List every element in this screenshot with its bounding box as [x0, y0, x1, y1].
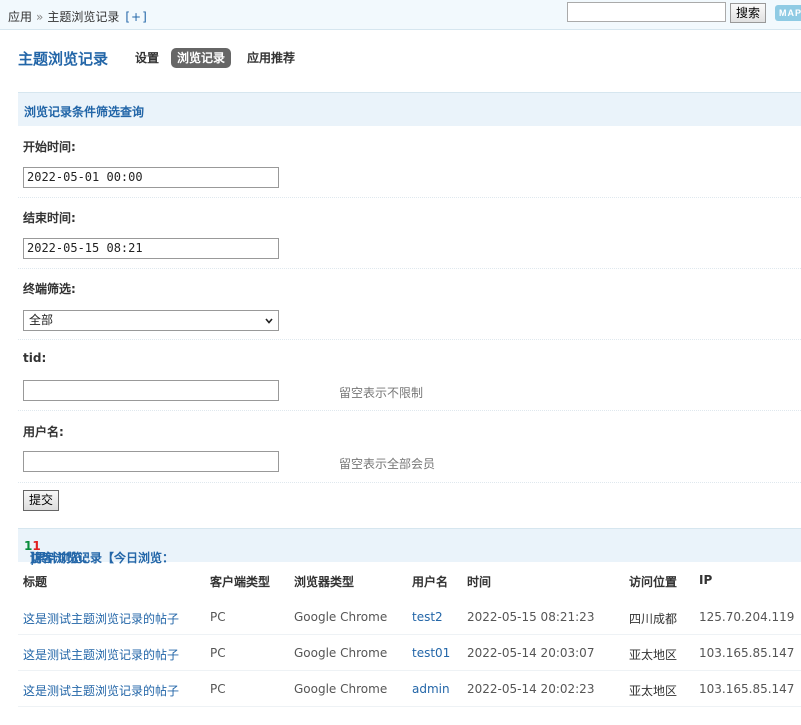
row-user-link[interactable]: test2	[412, 610, 443, 624]
row-time: 2022-05-14 20:03:07	[467, 646, 595, 660]
tab-settings[interactable]: 设置	[129, 48, 165, 68]
row-location: 亚太地区	[629, 684, 678, 698]
row-browser: Google Chrome	[294, 646, 388, 660]
row-client: PC	[210, 610, 226, 624]
terminal-select[interactable]: 全部	[23, 310, 279, 331]
username-label: 用户名:	[23, 425, 64, 439]
filter-heading-text: 浏览记录条件筛选查询	[24, 105, 145, 119]
page-header: 主题浏览记录 设置 浏览记录 应用推荐	[18, 45, 798, 71]
search-input[interactable]	[567, 2, 726, 22]
submit-button[interactable]: 提交	[23, 490, 59, 511]
chevron-down-icon	[265, 318, 273, 324]
records-heading: 访客浏览记录【今日浏览： 1 |累计浏览： 1】	[24, 539, 174, 565]
terminal-select-value: 全部	[29, 313, 54, 327]
breadcrumb-root[interactable]: 应用	[8, 10, 32, 24]
row-title-link[interactable]: 这是测试主题浏览记录的帖子	[23, 682, 179, 699]
row-ip: 103.165.85.147	[699, 646, 795, 660]
col-title-header: 标题	[23, 575, 48, 589]
username-input[interactable]	[23, 451, 279, 472]
breadcrumb-current: 主题浏览记录	[47, 10, 120, 24]
col-browser-header: 浏览器类型	[294, 575, 355, 589]
start-time-label: 开始时间:	[23, 140, 76, 154]
records-section-heading: 访客浏览记录【今日浏览： 1 |累计浏览： 1】	[18, 528, 801, 565]
tid-label: tid:	[23, 351, 47, 365]
tab-browse-records[interactable]: 浏览记录	[171, 48, 232, 68]
col-location-header: 访问位置	[629, 575, 678, 589]
tab-app-recommend[interactable]: 应用推荐	[241, 48, 301, 68]
table-row: 这是测试主题浏览记录的帖子 PC Google Chrome admin 202…	[18, 671, 801, 707]
row-time: 2022-05-14 20:02:23	[467, 682, 595, 696]
table-row: 这是测试主题浏览记录的帖子 PC Google Chrome test01 20…	[18, 635, 801, 671]
tid-input[interactable]	[23, 380, 279, 401]
page-title: 主题浏览记录	[18, 50, 109, 68]
start-time-input[interactable]: 2022-05-01 00:00	[23, 167, 279, 188]
table-row: 这是测试主题浏览记录的帖子 PC Google Chrome test2 202…	[18, 599, 801, 635]
breadcrumb-separator: »	[36, 10, 44, 24]
records-heading-suffix: 】	[30, 551, 43, 565]
search-button[interactable]: 搜索	[730, 3, 766, 23]
username-row	[18, 411, 801, 483]
row-title-link[interactable]: 这是测试主题浏览记录的帖子	[23, 646, 179, 663]
col-client-header: 客户端类型	[210, 575, 271, 589]
filter-section-heading: 浏览记录条件筛选查询	[18, 92, 801, 126]
terminal-label: 终端筛选:	[23, 282, 76, 296]
row-ip: 125.70.204.119	[699, 610, 795, 624]
top-bar: 应用 » 主题浏览记录 [+] 搜索 MAP	[0, 0, 801, 30]
row-location: 亚太地区	[629, 648, 678, 662]
col-user-header: 用户名	[412, 575, 449, 589]
row-ip: 103.165.85.147	[699, 682, 795, 696]
row-browser: Google Chrome	[294, 610, 388, 624]
end-time-label: 结束时间:	[23, 211, 76, 225]
col-time-header: 时间	[467, 575, 492, 589]
row-user-link[interactable]: test01	[412, 646, 450, 660]
tid-hint: 留空表示不限制	[339, 386, 424, 400]
map-button[interactable]: MAP	[775, 5, 801, 21]
add-shortcut-link[interactable]: [+]	[125, 10, 147, 24]
row-client: PC	[210, 682, 226, 696]
row-location: 四川成都	[629, 612, 678, 626]
col-ip-header: IP	[699, 573, 713, 587]
row-browser: Google Chrome	[294, 682, 388, 696]
row-client: PC	[210, 646, 226, 660]
row-user-link[interactable]: admin	[412, 682, 450, 696]
breadcrumb: 应用 » 主题浏览记录 [+]	[8, 8, 148, 25]
row-time: 2022-05-15 08:21:23	[467, 610, 595, 624]
username-hint: 留空表示全部会员	[339, 457, 436, 471]
row-title-link[interactable]: 这是测试主题浏览记录的帖子	[23, 610, 179, 627]
end-time-input[interactable]: 2022-05-15 08:21	[23, 238, 279, 259]
